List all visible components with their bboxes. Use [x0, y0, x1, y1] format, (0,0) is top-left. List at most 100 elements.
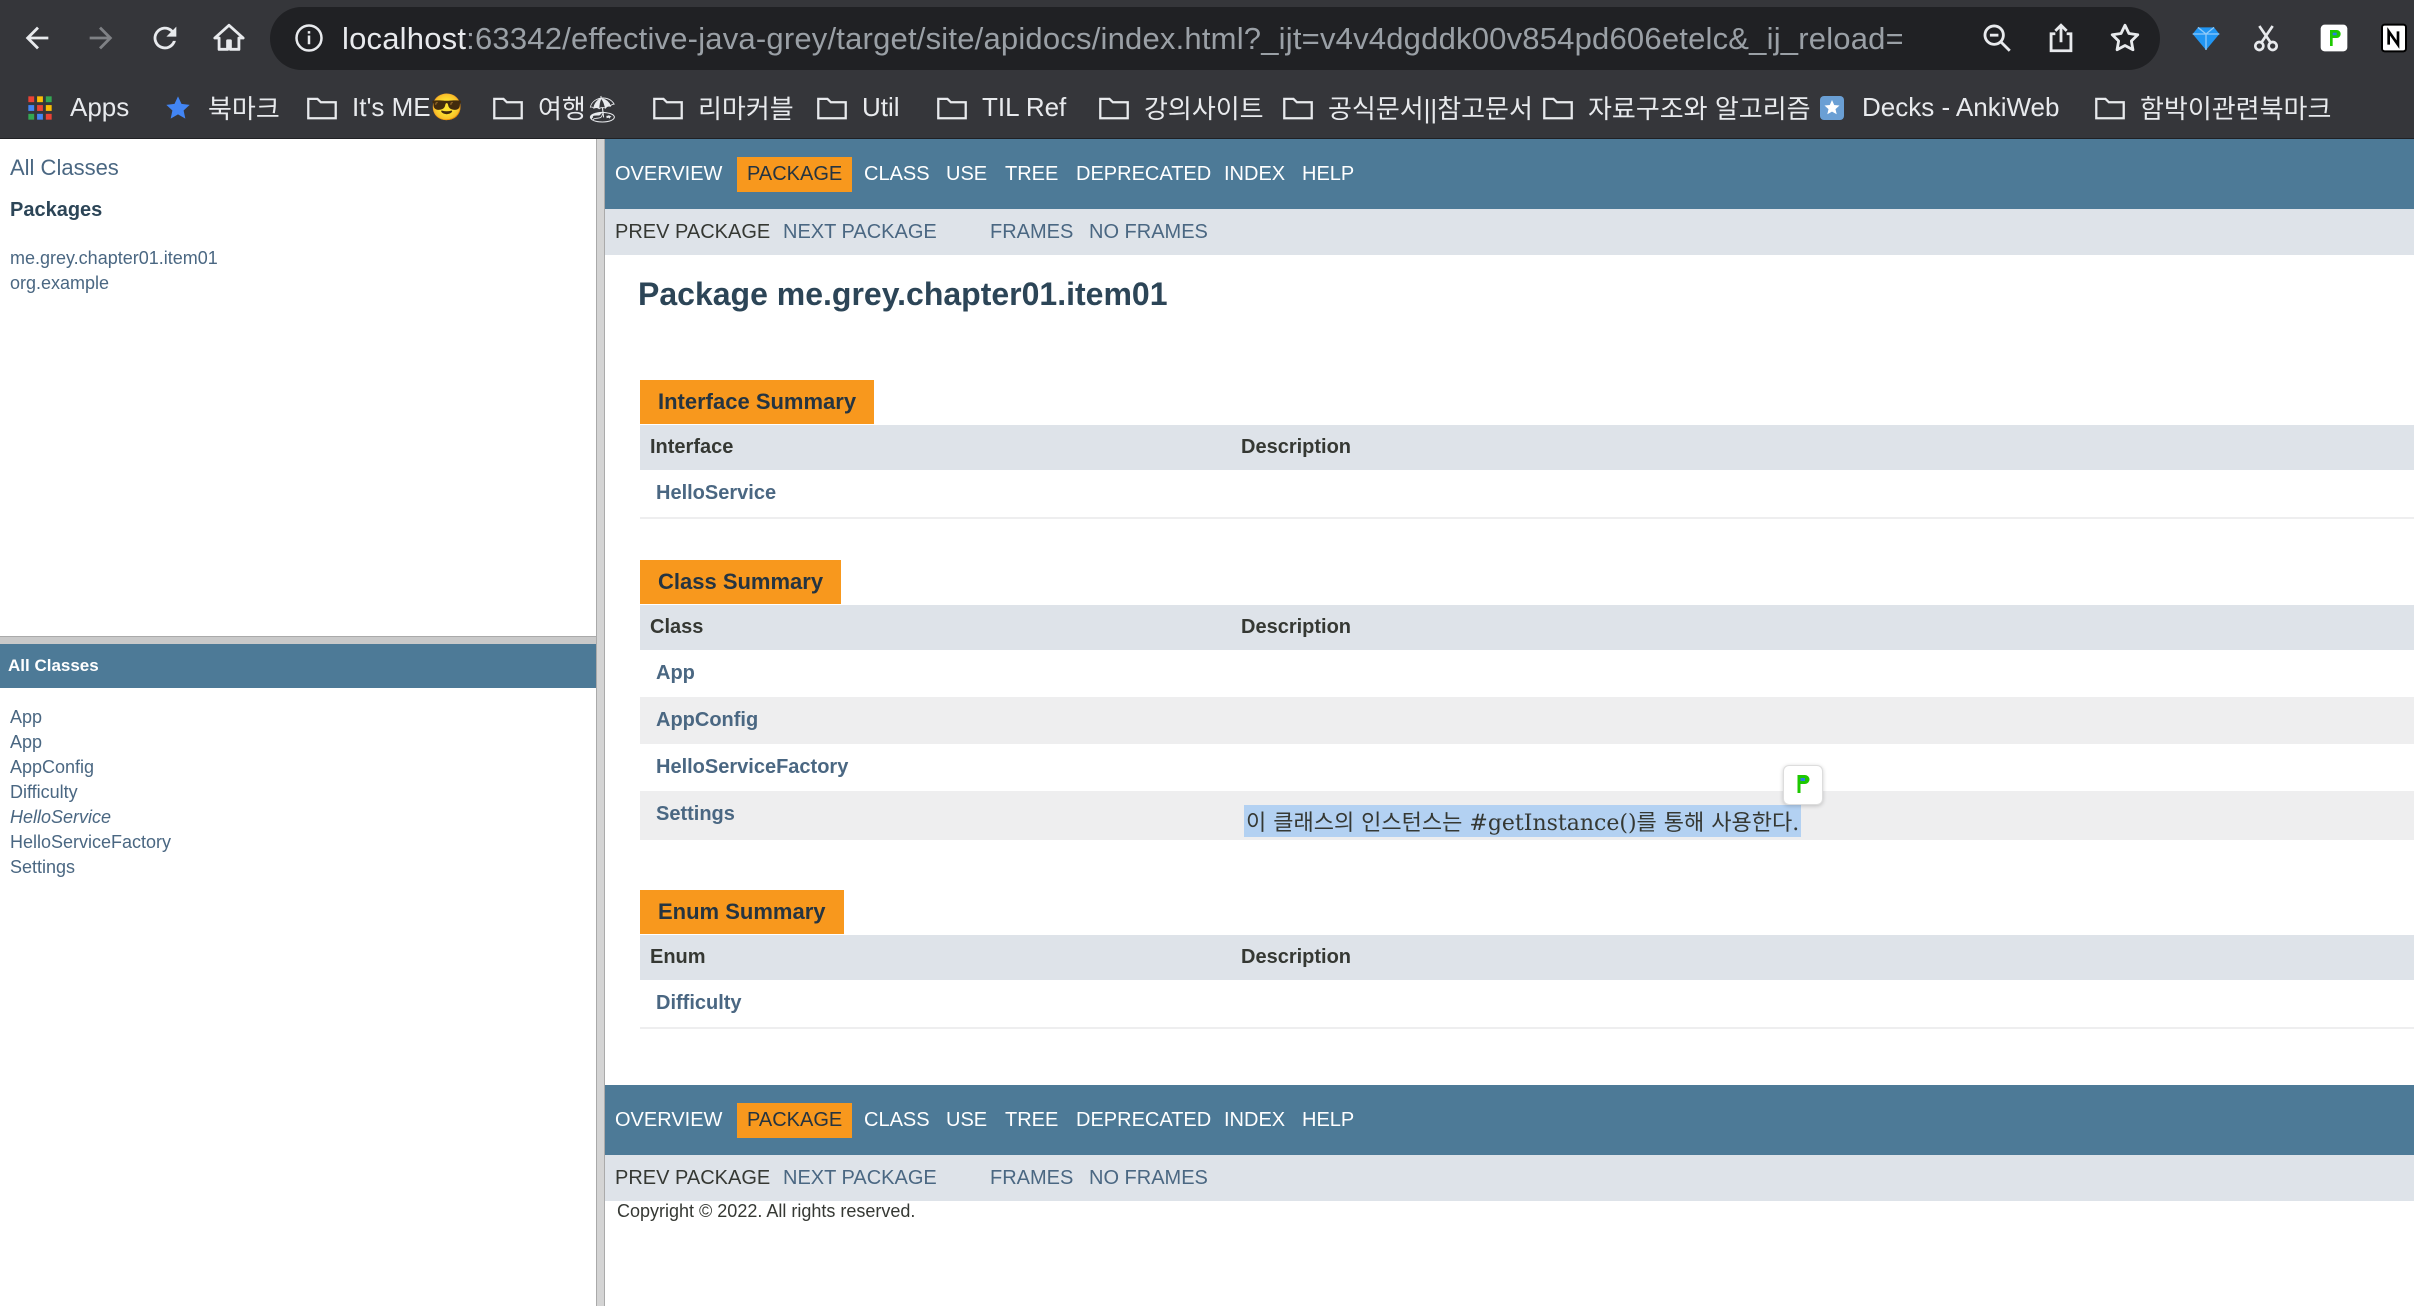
bookmark-folder[interactable]: TIL Ref	[936, 77, 1066, 138]
home-icon[interactable]	[206, 15, 252, 61]
class-link[interactable]: App	[656, 650, 695, 697]
package-link[interactable]: me.grey.chapter01.item01	[10, 248, 218, 268]
nav-help-link[interactable]: HELP	[1302, 139, 1354, 209]
class-link[interactable]: AppConfig	[656, 697, 758, 744]
papago-extension-icon[interactable]	[2314, 18, 2354, 58]
bookmark-folder[interactable]: 여행🏖	[492, 77, 619, 138]
class-link[interactable]: AppConfig	[10, 757, 94, 777]
papago-translate-icon[interactable]	[1783, 765, 1823, 805]
all-classes-link[interactable]: All Classes	[10, 155, 119, 181]
url-text[interactable]: localhost:63342/effective-java-grey/targ…	[342, 7, 1902, 70]
package-link[interactable]: org.example	[10, 273, 109, 293]
bookmark-folder[interactable]: 자료구조와 알고리즘	[1542, 77, 1811, 138]
star-icon	[166, 95, 190, 119]
back-arrow-icon[interactable]	[14, 15, 60, 61]
no-frames-link[interactable]: NO FRAMES	[1089, 1155, 1208, 1201]
bookmark-folder[interactable]: 공식문서||참고문서	[1282, 77, 1533, 138]
nav-deprecated-link[interactable]: DEPRECATED	[1076, 1085, 1211, 1155]
class-summary-caption: Class Summary	[640, 560, 842, 604]
class-link[interactable]: Settings	[656, 791, 735, 838]
bookmark-star[interactable]: 북마크	[162, 77, 280, 138]
table-row: Difficulty	[640, 980, 2414, 1027]
table-row: Settings 이 클래스의 인스턴스는 #getInstance()를 통해…	[640, 791, 2414, 838]
bookmark-folder[interactable]: Util	[816, 77, 900, 138]
packages-frame: All Classes Packages me.grey.chapter01.i…	[0, 139, 598, 636]
bookmark-label: 강의사이트	[1144, 94, 1264, 124]
frames-link[interactable]: FRAMES	[990, 1155, 1073, 1201]
all-classes-frame: All Classes App App AppConfig Difficulty…	[0, 644, 598, 1306]
nav-index-link[interactable]: INDEX	[1224, 1085, 1285, 1155]
nav-help-link[interactable]: HELP	[1302, 1085, 1354, 1155]
nav-class-link[interactable]: CLASS	[864, 139, 930, 209]
bottom-subnav: PREV PACKAGE NEXT PACKAGE FRAMES NO FRAM…	[605, 1155, 2414, 1201]
table-divider	[640, 517, 2414, 519]
nav-use-link[interactable]: USE	[946, 1085, 987, 1155]
notion-extension-icon[interactable]	[2374, 18, 2414, 58]
bookmark-label: Decks - AnkiWeb	[1862, 92, 2060, 122]
nav-overview-link[interactable]: OVERVIEW	[615, 1085, 722, 1155]
bookmark-apps[interactable]: Apps	[24, 77, 129, 138]
class-link[interactable]: HelloServiceFactory	[656, 744, 848, 791]
forward-arrow-icon[interactable]	[78, 15, 124, 61]
bookmark-folder[interactable]: It's ME😎	[306, 77, 463, 138]
nav-tree-link[interactable]: TREE	[1005, 139, 1058, 209]
interface-link[interactable]: HelloService	[10, 807, 111, 827]
all-classes-header: All Classes	[0, 644, 596, 688]
address-bar[interactable]: localhost:63342/effective-java-grey/targ…	[270, 7, 2160, 70]
packages-heading: Packages	[10, 199, 103, 221]
scissors-extension-icon[interactable]	[2246, 18, 2286, 58]
nav-package-active: PACKAGE	[737, 1103, 853, 1138]
enum-link[interactable]: Difficulty	[656, 980, 742, 1027]
nav-tree-link[interactable]: TREE	[1005, 1085, 1058, 1155]
class-link[interactable]: HelloServiceFactory	[10, 832, 171, 852]
bookmark-star-icon[interactable]	[2108, 21, 2144, 57]
bookmark-label: 리마커블	[698, 94, 794, 124]
nav-overview-link[interactable]: OVERVIEW	[615, 139, 722, 209]
table-row: HelloServiceFactory	[640, 744, 2414, 791]
info-icon[interactable]	[294, 23, 324, 53]
frames-link[interactable]: FRAMES	[990, 209, 1073, 255]
bookmark-folder[interactable]: 강의사이트	[1098, 77, 1264, 138]
share-icon[interactable]	[2044, 21, 2080, 57]
interface-link[interactable]: HelloService	[656, 470, 776, 517]
nav-deprecated-link[interactable]: DEPRECATED	[1076, 139, 1211, 209]
interface-summary-header: Interface Description	[640, 425, 2414, 470]
apps-grid-icon	[28, 95, 52, 120]
top-subnav: PREV PACKAGE NEXT PACKAGE FRAMES NO FRAM…	[605, 209, 2414, 255]
nav-index-link[interactable]: INDEX	[1224, 139, 1285, 209]
url-path: :63342/effective-java-grey/target/site/a…	[466, 21, 1902, 56]
next-package-link[interactable]: NEXT PACKAGE	[783, 1155, 937, 1201]
column-header: Description	[1241, 436, 1352, 458]
folder-icon	[2095, 97, 2125, 119]
column-header: Enum	[650, 946, 706, 968]
class-link[interactable]: Settings	[10, 857, 75, 877]
bookmark-label: 자료구조와 알고리즘	[1588, 94, 1811, 124]
browser-toolbar: localhost:63342/effective-java-grey/targ…	[0, 0, 2414, 77]
folder-icon	[653, 97, 683, 119]
nav-use-link[interactable]: USE	[946, 139, 987, 209]
bookmark-label: 여행🏖	[538, 94, 619, 124]
bookmark-label: TIL Ref	[982, 92, 1067, 122]
frame-splitter-vertical[interactable]	[596, 139, 605, 1306]
bookmark-ankiweb[interactable]: Decks - AnkiWeb	[1816, 77, 2059, 138]
reload-icon[interactable]	[142, 15, 188, 61]
zoom-icon[interactable]	[1980, 21, 2016, 57]
class-link[interactable]: App	[10, 707, 42, 727]
prev-package-label: PREV PACKAGE	[615, 1167, 771, 1189]
bookmarks-bar: Apps 북마크 It's ME😎 여행🏖 리마커블 Util TIL Ref …	[0, 77, 2414, 139]
nav-class-link[interactable]: CLASS	[864, 1085, 930, 1155]
class-list: App App AppConfig Difficulty HelloServic…	[10, 705, 171, 880]
gem-extension-icon[interactable]	[2186, 18, 2226, 58]
table-row: AppConfig	[640, 697, 2414, 744]
bookmark-folder[interactable]: 함박이관련북마크	[2094, 77, 2331, 138]
bookmark-folder[interactable]: 리마커블	[652, 77, 794, 138]
no-frames-link[interactable]: NO FRAMES	[1089, 209, 1208, 255]
enum-summary-caption: Enum Summary	[640, 890, 844, 934]
class-link[interactable]: Difficulty	[10, 782, 78, 802]
package-list: me.grey.chapter01.item01 org.example	[10, 246, 218, 296]
class-description-selected[interactable]: 이 클래스의 인스턴스는 #getInstance()를 통해 사용한다.	[1244, 805, 1802, 837]
class-link[interactable]: App	[10, 732, 42, 752]
next-package-link[interactable]: NEXT PACKAGE	[783, 209, 937, 255]
column-header: Class	[650, 616, 704, 638]
folder-icon	[1283, 97, 1313, 119]
